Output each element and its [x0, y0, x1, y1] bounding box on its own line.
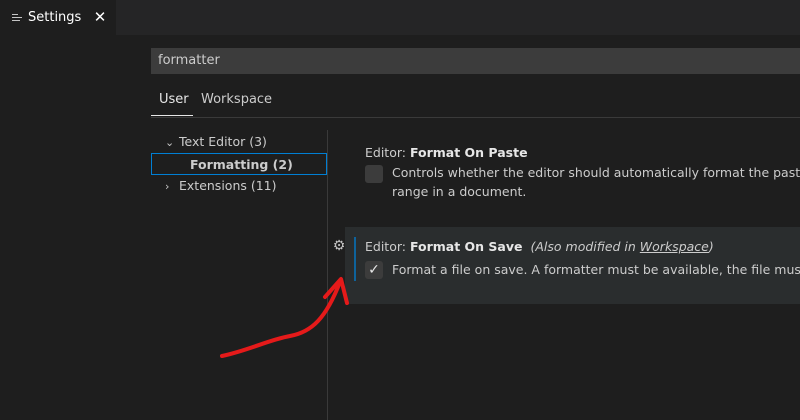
annotation-arrow-icon: [220, 277, 349, 358]
